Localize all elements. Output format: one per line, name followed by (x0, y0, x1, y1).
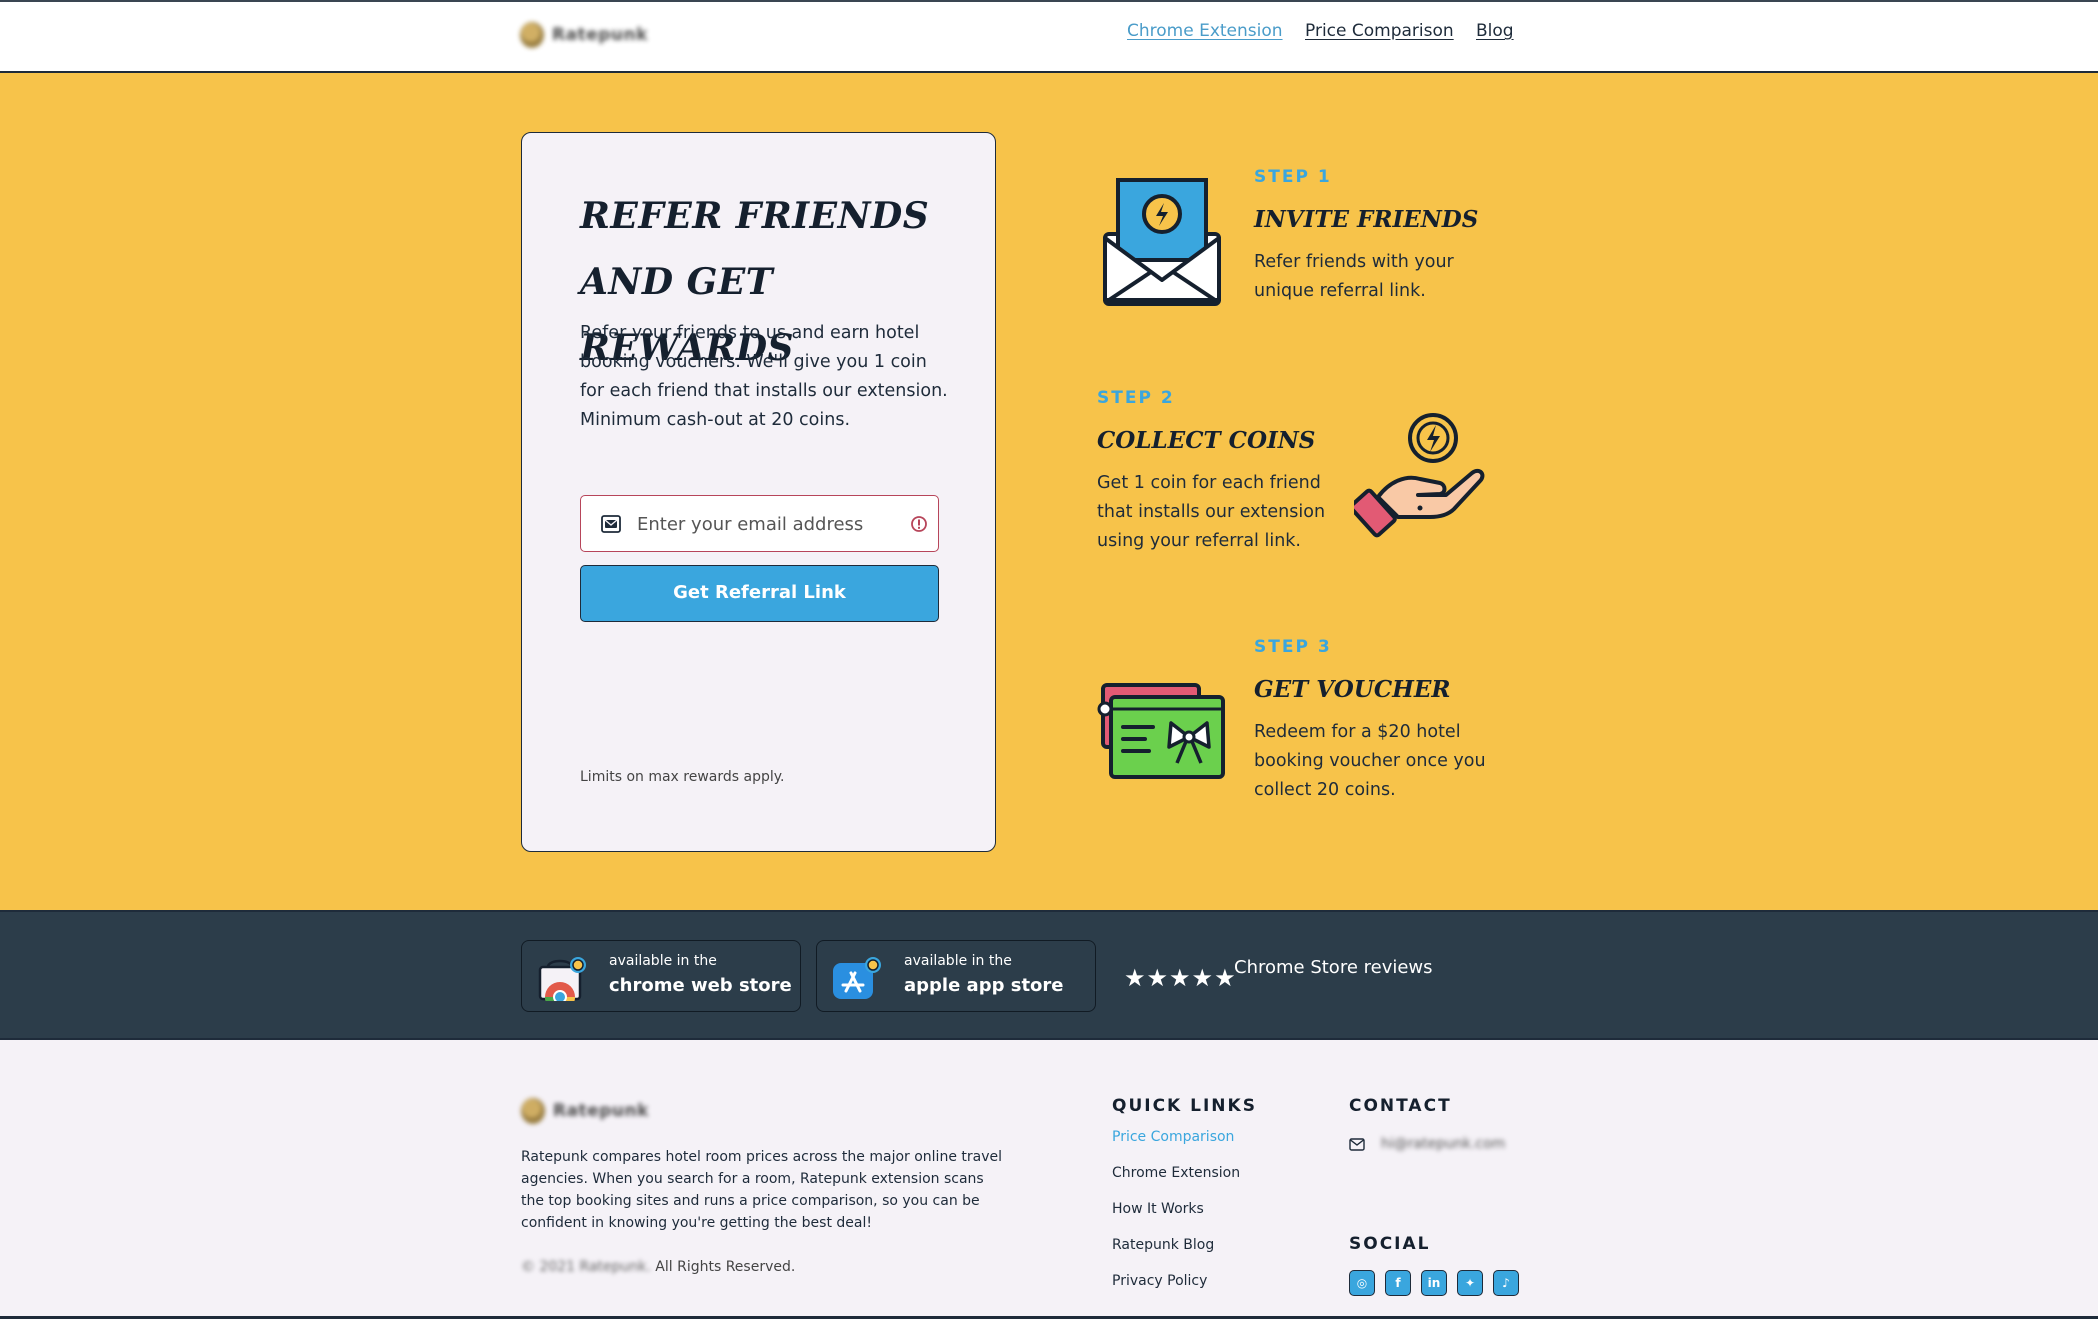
quick-links: Price Comparison Chrome Extension How It… (1112, 1128, 1240, 1308)
referral-card: Refer friends and get rewards Refer your… (521, 132, 996, 852)
chrome-store-icon (538, 957, 586, 1001)
email-input[interactable] (637, 508, 887, 540)
site-header: Ratepunk Chrome Extension Price Comparis… (0, 0, 2098, 73)
copyright-year: © 2021 Ratepunk. (521, 1259, 651, 1275)
nav-link-price-comparison[interactable]: Price Comparison (1305, 21, 1454, 41)
site-footer: Ratepunk Ratepunk compares hotel room pr… (0, 1040, 2098, 1319)
footer-about-text: Ratepunk compares hotel room prices acro… (521, 1149, 1002, 1231)
footer-logo[interactable]: Ratepunk (521, 1098, 649, 1124)
facebook-icon[interactable]: f (1385, 1270, 1411, 1296)
contact-heading: CONTACT (1349, 1096, 1452, 1116)
get-referral-link-button[interactable]: Get Referral Link (580, 565, 939, 622)
step-2-title: Collect Coins (1097, 427, 1316, 454)
fine-print: Limits on max rewards apply. (580, 769, 785, 785)
envelope-coin-icon (1103, 178, 1221, 306)
store-available-text: available in the (904, 953, 1012, 969)
step-3-label: STEP 3 (1254, 637, 1332, 657)
twitter-icon[interactable]: ✦ (1457, 1270, 1483, 1296)
footer-link-how-it-works[interactable]: How It Works (1112, 1200, 1240, 1236)
footer-link-privacy-policy[interactable]: Privacy Policy (1112, 1272, 1240, 1308)
copyright-rights: All Rights Reserved. (655, 1259, 796, 1275)
store-name: chrome web store (609, 975, 792, 996)
logo-coin-icon (521, 1098, 545, 1124)
referral-hero: Refer friends and get rewards Refer your… (0, 73, 2098, 910)
instagram-icon[interactable]: ◎ (1349, 1270, 1375, 1296)
step-2-label: STEP 2 (1097, 388, 1175, 408)
tiktok-icon[interactable]: ♪ (1493, 1270, 1519, 1296)
social-heading: SOCIAL (1349, 1234, 1431, 1254)
contact-email[interactable]: hi@ratepunk.com (1349, 1136, 1505, 1152)
nav-link-chrome-extension[interactable]: Chrome Extension (1127, 21, 1283, 41)
referral-description: Refer your friends to us and earn hotel … (580, 323, 948, 430)
quick-links-heading: QUICK LINKS (1112, 1096, 1257, 1116)
email-field[interactable] (580, 495, 939, 552)
nav-link-blog[interactable]: Blog (1476, 21, 1514, 41)
footer-link-price-comparison[interactable]: Price Comparison (1112, 1128, 1240, 1164)
error-icon (911, 516, 927, 532)
rating-stars: ★★★★★ (1124, 964, 1237, 992)
store-available-text: available in the (609, 953, 717, 969)
main-nav: Chrome Extension Price Comparison Blog (0, 21, 2098, 45)
store-strip: available in the chrome web store availa… (0, 910, 2098, 1040)
apple-app-store-button[interactable]: available in the apple app store (816, 940, 1096, 1012)
step-2-text: Get 1 coin for each friend that installs… (1097, 473, 1326, 551)
contact-email-text: hi@ratepunk.com (1381, 1136, 1506, 1152)
footer-link-chrome-extension[interactable]: Chrome Extension (1112, 1164, 1240, 1200)
gift-voucher-icon (1097, 683, 1225, 779)
chrome-web-store-button[interactable]: available in the chrome web store (521, 940, 801, 1012)
linkedin-icon[interactable]: in (1421, 1270, 1447, 1296)
copyright: © 2021 Ratepunk. All Rights Reserved. (521, 1259, 795, 1275)
step-1-title: Invite Friends (1254, 206, 1479, 233)
mail-icon (601, 515, 621, 533)
mail-icon (1349, 1137, 1365, 1151)
app-store-icon (833, 957, 881, 999)
logo-wordmark: Ratepunk (553, 1101, 649, 1121)
step-1-text: Refer friends with your unique referral … (1254, 252, 1454, 301)
step-3-text: Redeem for a $20 hotel booking voucher o… (1254, 722, 1486, 800)
hand-coin-icon (1354, 413, 1485, 538)
chrome-store-reviews-link[interactable]: Chrome Store reviews (1234, 957, 1433, 978)
footer-link-ratepunk-blog[interactable]: Ratepunk Blog (1112, 1236, 1240, 1272)
step-1-label: STEP 1 (1254, 167, 1332, 187)
store-name: apple app store (904, 975, 1064, 996)
social-links: ◎ f in ✦ ♪ (1349, 1270, 1519, 1296)
step-3-title: Get Voucher (1254, 676, 1451, 703)
